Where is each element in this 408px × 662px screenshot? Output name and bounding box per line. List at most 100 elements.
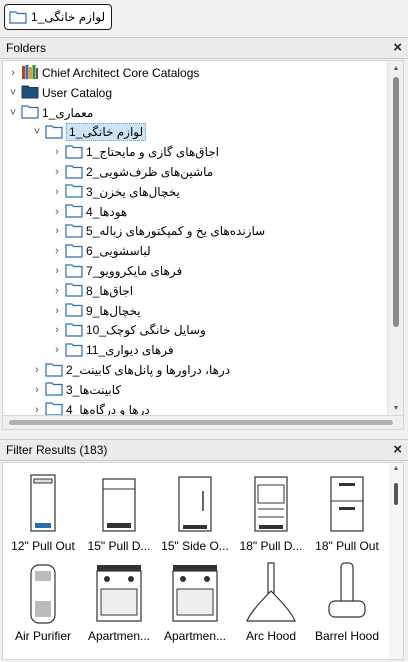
chevron-right-icon[interactable]: › (51, 340, 63, 360)
results-scrollbar[interactable]: ▲ (389, 463, 403, 659)
tree-item-label: یخچال‌های یخزن_3 (86, 184, 180, 199)
chevron-right-icon[interactable]: › (31, 360, 43, 380)
air-purifier-icon (13, 561, 73, 627)
tree-item-label: کابینت‌ها_3 (66, 382, 122, 397)
result-item-label: 18" Pull Out (315, 539, 379, 553)
chevron-right-icon[interactable]: › (51, 301, 63, 321)
results-panel-header: Filter Results (183) × (0, 439, 408, 461)
result-item-label: 15" Side O... (161, 539, 229, 553)
tree-item-label: لوازم خانگی_1 (66, 123, 147, 142)
chevron-right-icon[interactable]: › (31, 400, 43, 415)
tree-item[interactable]: › سازنده‌های یخ و کمپکتورهای زباله_5 (51, 221, 403, 241)
tall-narrow-appliance-icon (13, 471, 73, 537)
folder-icon (43, 361, 66, 380)
close-folders-panel-button[interactable]: × (393, 40, 402, 56)
tree-item-label: فرهای دیواری_11 (86, 343, 174, 358)
tree-item[interactable]: › درها و درگاه‌ها_4 (31, 400, 403, 416)
tree-item[interactable]: › فرهای مایکروویو_7 (51, 261, 403, 281)
tree-item[interactable]: › ماشین‌های ظرف‌شویی_2 (51, 162, 403, 182)
tree-item[interactable]: › کابینت‌ها_3 (31, 380, 403, 400)
folders-panel-header: Folders × (0, 37, 408, 59)
folder-icon (63, 143, 86, 162)
folder-icon (63, 262, 86, 281)
tree-item-label: ماشین‌های ظرف‌شویی_2 (86, 165, 214, 179)
result-item-label: 18" Pull D... (239, 539, 303, 553)
folder-icon (63, 163, 86, 182)
chevron-right-icon[interactable]: › (51, 202, 63, 222)
folder-icon (19, 103, 42, 122)
folder-icon (63, 321, 86, 340)
result-item[interactable]: Air Purifier (5, 557, 81, 649)
tree-item[interactable]: › وسایل خانگی کوچک_10 (51, 320, 403, 340)
chevron-right-icon[interactable]: › (51, 162, 63, 182)
chevron-down-icon[interactable]: ˅ (7, 83, 19, 103)
scroll-up-arrow-icon[interactable]: ▲ (389, 465, 403, 472)
tree-item-label: هودها_4 (86, 204, 128, 219)
chevron-right-icon[interactable]: › (51, 241, 63, 261)
pull-out-fridge-icon (317, 471, 377, 537)
tree-item-label: درها و درگاه‌ها_4 (66, 402, 150, 416)
folder-icon (43, 380, 66, 399)
chevron-down-icon[interactable]: ˅ (31, 122, 43, 142)
books-icon (19, 64, 42, 83)
filter-results-grid: ▲ 12" Pull Out 15" Pull D... 15" Side O...… (2, 462, 404, 660)
chevron-down-icon[interactable]: ˅ (7, 103, 19, 123)
folder-icon (43, 400, 66, 415)
folder-tree-scroll-thumb[interactable] (393, 77, 399, 327)
result-item-label: Barrel Hood (314, 629, 380, 643)
folders-panel-title: Folders (6, 41, 47, 55)
scroll-down-arrow-icon[interactable]: ▼ (388, 401, 403, 415)
result-item[interactable]: Arc Hood (233, 557, 309, 649)
chevron-right-icon[interactable]: › (7, 63, 19, 83)
result-item[interactable]: 18" Pull Out (309, 467, 385, 559)
side-open-fridge-icon (165, 471, 225, 537)
tree-item-label: لباسشویی_6 (86, 244, 151, 259)
scroll-up-arrow-icon[interactable]: ▲ (388, 61, 403, 75)
result-item[interactable]: Apartmen... (157, 557, 233, 649)
result-item[interactable]: Barrel Hood (309, 557, 385, 649)
tree-item-label: درها، دراورها و پانل‌های کابینت_2 (66, 363, 231, 377)
tree-item[interactable]: › یخچال‌ها_9 (51, 301, 403, 321)
results-scroll-thumb[interactable] (394, 483, 398, 505)
tree-item[interactable]: › Chief Architect Core Catalogs (7, 63, 391, 83)
tree-item[interactable]: ˅ لوازم خانگی_1 (31, 122, 403, 142)
tree-item-label: اجاق‌های گازی و مایحتاج_1 (86, 145, 220, 160)
chevron-right-icon[interactable]: › (51, 261, 63, 281)
chevron-right-icon[interactable]: › (31, 380, 43, 400)
tree-item[interactable]: › فرهای دیواری_11 (51, 340, 403, 360)
chevron-right-icon[interactable]: › (51, 281, 63, 301)
result-item-label: Apartmen... (87, 629, 151, 643)
tree-item[interactable]: › یخچال‌های یخزن_3 (51, 182, 403, 202)
result-item[interactable]: 15" Side O... (157, 467, 233, 559)
result-item[interactable]: 12" Pull Out (5, 467, 81, 559)
result-item[interactable]: 18" Pull D... (233, 467, 309, 559)
folder-icon (63, 341, 86, 360)
tree-item-label: یخچال‌ها_9 (86, 303, 141, 318)
close-results-panel-button[interactable]: × (393, 442, 402, 458)
folder-icon (63, 281, 86, 300)
tree-item[interactable]: ˅ معماری_1 (7, 103, 391, 123)
folder-tree-scrollbar[interactable]: ▲ ▼ (387, 61, 403, 415)
tree-item[interactable]: › اجاق‌ها_8 (51, 281, 403, 301)
horizontal-scroll-thumb[interactable] (9, 420, 393, 425)
barrel-hood-icon (317, 561, 377, 627)
chevron-right-icon[interactable]: › (51, 221, 63, 241)
tree-item-label: معماری_1 (42, 105, 94, 120)
result-item[interactable]: Apartmen... (81, 557, 157, 649)
tree-item[interactable]: › درها، دراورها و پانل‌های کابینت_2 (31, 360, 403, 380)
folder-icon (9, 11, 27, 24)
breadcrumb[interactable]: لوازم خانگی_1 (4, 4, 113, 30)
result-item[interactable]: 15" Pull D... (81, 467, 157, 559)
chevron-right-icon[interactable]: › (51, 142, 63, 162)
horizontal-scrollbar[interactable] (2, 416, 404, 430)
tree-item[interactable]: ˅ User Catalog (7, 83, 391, 103)
chevron-right-icon[interactable]: › (51, 320, 63, 340)
stove-icon (89, 561, 149, 627)
tree-item[interactable]: › لباسشویی_6 (51, 241, 403, 261)
tree-item[interactable]: › اجاق‌های گازی و مایحتاج_1 (51, 142, 403, 162)
tree-item[interactable]: › هودها_4 (51, 202, 403, 222)
tree-item-label: User Catalog (42, 85, 113, 100)
results-panel-title: Filter Results (183) (6, 443, 108, 457)
chevron-right-icon[interactable]: › (51, 182, 63, 202)
result-item-label: Air Purifier (14, 629, 71, 643)
